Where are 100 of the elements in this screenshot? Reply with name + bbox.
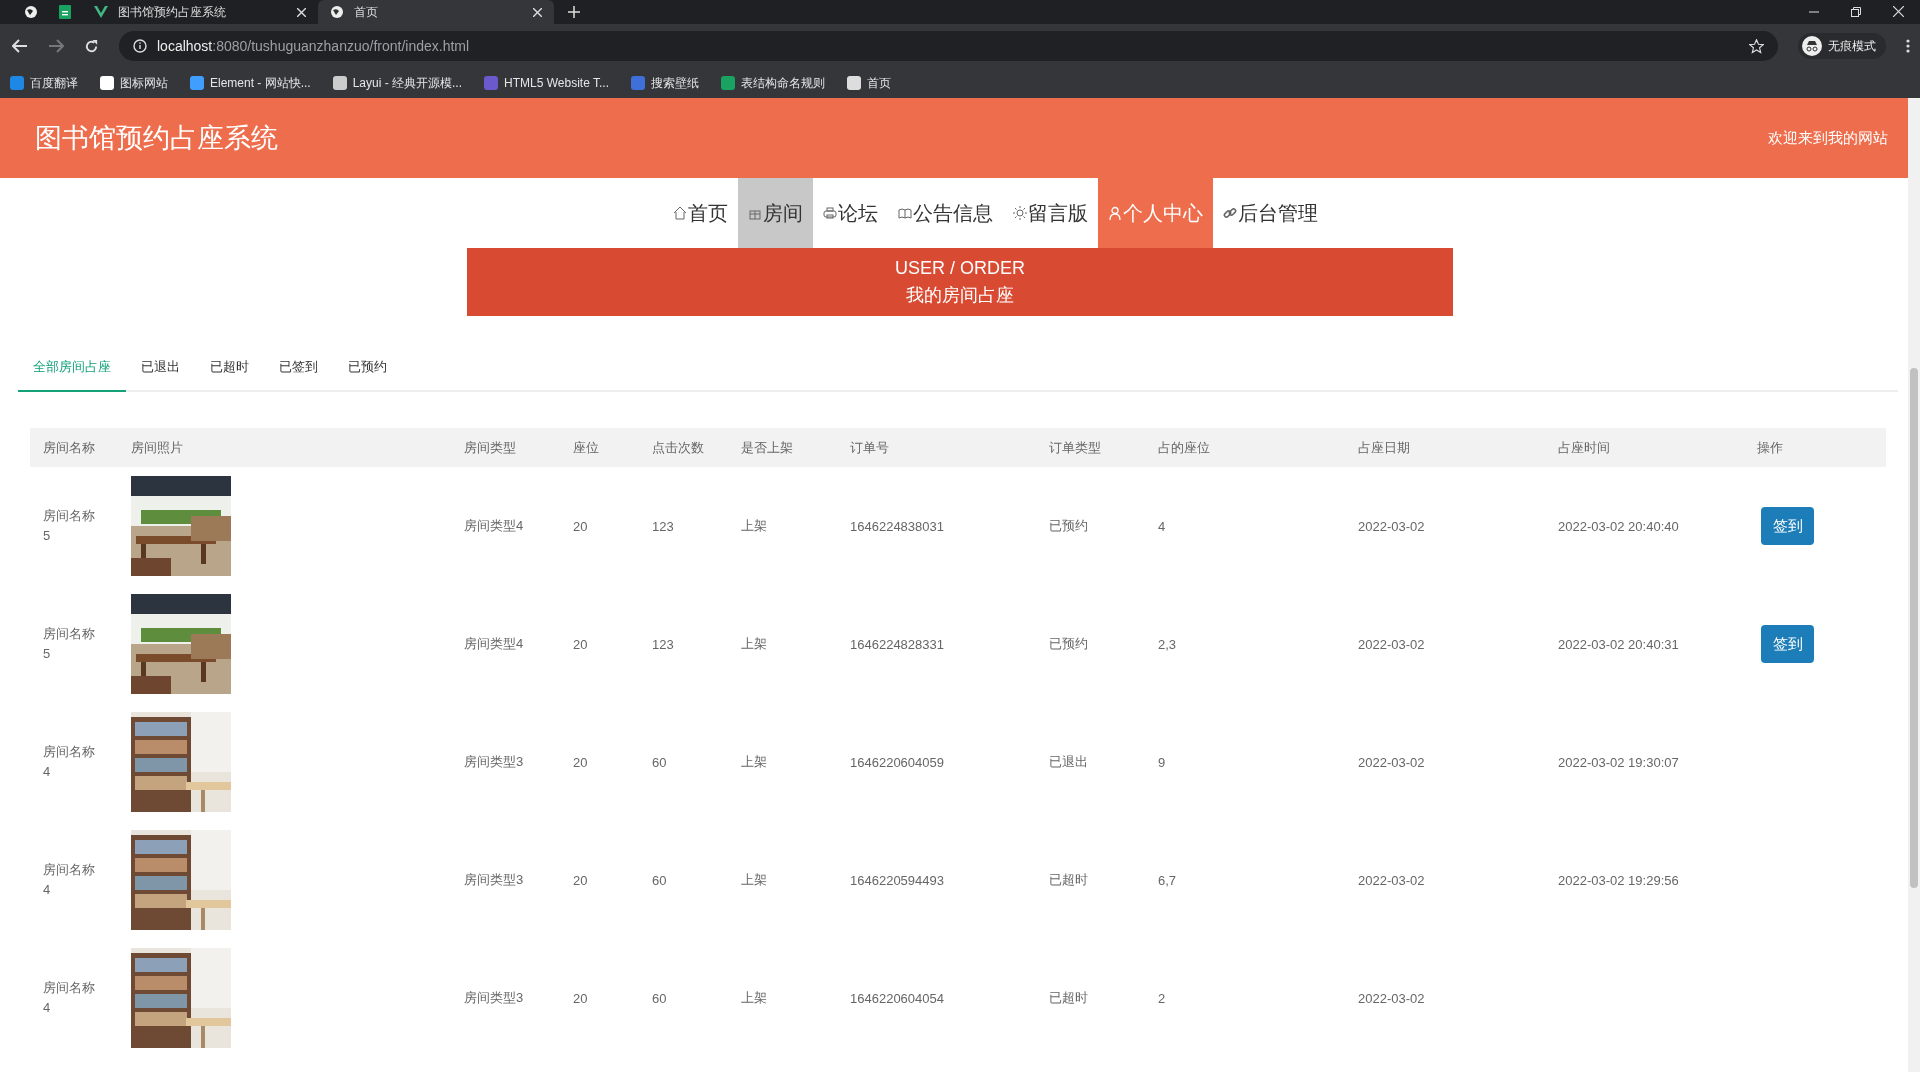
table-cell-text: 123 [652, 518, 675, 534]
column-header: 订单类型 [1049, 438, 1102, 457]
filter-tab[interactable]: 已退出 [126, 352, 195, 390]
close-icon[interactable] [297, 7, 306, 17]
column-header: 座位 [573, 438, 600, 457]
site-title: 图书馆预约占座系统 [35, 122, 278, 155]
table-cell-text: 2022-03-02 20:40:40 [1558, 518, 1680, 534]
check-in-button[interactable]: 签到 [1761, 625, 1814, 663]
table-cell-text: 60 [652, 754, 668, 770]
nav-item[interactable]: 首页 [662, 178, 738, 248]
table-cell-text: 房间名称5 [43, 625, 96, 663]
table-cell-text: 已超时 [1049, 871, 1089, 889]
table-cell-text: 20 [573, 872, 589, 888]
table-cell-text: 20 [573, 636, 589, 652]
table-cell-text: 上架 [741, 871, 768, 889]
banner-subtitle: 我的房间占座 [906, 283, 1014, 307]
close-icon[interactable] [1893, 6, 1904, 17]
column-header: 房间类型 [464, 438, 517, 457]
column-header: 占座时间 [1558, 438, 1611, 457]
forward-icon[interactable] [48, 39, 64, 53]
scrollbar-thumb[interactable] [1910, 368, 1918, 888]
incognito-button[interactable]: 无痕模式 [1798, 33, 1886, 59]
table-cell-text: 房间名称4 [43, 861, 96, 899]
table-cell-text: 2022-03-02 [1358, 872, 1426, 888]
table-cell-text: 已预约 [1049, 517, 1089, 535]
back-icon[interactable] [12, 39, 28, 53]
vue-logo-icon [94, 6, 108, 18]
bookmark[interactable]: 图标网站 [100, 74, 168, 92]
bookmark[interactable]: 首页 [847, 74, 891, 92]
table-cell-text: 1646224838031 [850, 518, 945, 534]
filter-tab[interactable]: 已签到 [264, 352, 333, 390]
table-cell-text: 上架 [741, 517, 768, 535]
table-cell-text: 2022-03-02 [1358, 636, 1426, 652]
table-cell-text: 6,7 [1158, 872, 1178, 888]
filter-tab[interactable]: 已超时 [195, 352, 264, 390]
table-cell-text: 2 [1158, 990, 1167, 1006]
column-header: 房间名称 [43, 438, 96, 457]
table-cell-text: 60 [652, 990, 668, 1006]
welcome-text: 欢迎来到我的网站 [1768, 128, 1888, 148]
book-icon [897, 206, 912, 220]
table-cell-text: 4 [1158, 518, 1167, 534]
table-cell-text: 123 [652, 636, 675, 652]
column-header: 操作 [1757, 438, 1784, 457]
browser-tab[interactable]: 首页 [318, 0, 554, 24]
nav-item[interactable]: 留言版 [1002, 178, 1098, 248]
table-cell-text: 2022-03-02 [1358, 518, 1426, 534]
incognito-icon [1802, 36, 1822, 56]
table-cell-text: 上架 [741, 989, 768, 1007]
bookmark[interactable]: 表结构命名规则 [721, 74, 825, 92]
table-cell-text: 房间类型3 [464, 989, 525, 1007]
table-cell-text: 房间类型3 [464, 753, 525, 771]
link-icon [1222, 206, 1237, 220]
table-cell-text: 1646220594493 [850, 872, 945, 888]
restore-icon[interactable] [1851, 7, 1861, 17]
table-cell-text: 房间名称4 [43, 743, 96, 781]
globe-icon [330, 5, 344, 19]
table-cell-text: 上架 [741, 753, 768, 771]
table-cell-text: 2022-03-02 19:29:56 [1558, 872, 1680, 888]
close-icon[interactable] [533, 7, 542, 17]
table-cell-text: 2022-03-02 20:40:31 [1558, 636, 1680, 652]
bookmark[interactable]: Element - 网站快... [190, 74, 311, 92]
nav-item[interactable]: 房间 [737, 178, 813, 248]
new-tab-icon[interactable] [568, 6, 580, 18]
column-header: 占座日期 [1358, 438, 1411, 457]
table-cell-text: 2,3 [1158, 636, 1178, 652]
star-icon[interactable] [1749, 38, 1764, 54]
bookmark[interactable]: 搜索壁纸 [631, 74, 699, 92]
more-icon[interactable] [1906, 39, 1910, 53]
home-icon [672, 206, 687, 220]
filter-tab[interactable]: 已预约 [333, 352, 402, 390]
table-cell-text: 2022-03-02 [1358, 754, 1426, 770]
table-cell-text: 2022-03-02 [1358, 990, 1426, 1006]
table-cell-text: 房间名称4 [43, 979, 96, 1017]
table-cell-text: 房间名称5 [43, 507, 96, 545]
table-cell-text: 2022-03-02 19:30:07 [1558, 754, 1680, 770]
table-cell-text: 房间类型4 [464, 517, 525, 535]
nav-item[interactable]: 论坛 [812, 178, 888, 248]
table-cell-text: 房间类型4 [464, 635, 525, 653]
column-header: 点击次数 [652, 438, 705, 457]
check-in-button[interactable]: 签到 [1761, 507, 1814, 545]
table-cell-text: 20 [573, 990, 589, 1006]
bookmark[interactable]: 百度翻译 [10, 74, 78, 92]
table-cell-text: 房间类型3 [464, 871, 525, 889]
address-field[interactable]: localhost:8080/tushuguanzhanzuo/front/index.html [119, 31, 1778, 61]
table-cell-text: 1646220604059 [850, 754, 945, 770]
table-cell-text: 20 [573, 518, 589, 534]
nav-item[interactable]: 公告信息 [887, 178, 1003, 248]
column-header: 房间照片 [131, 438, 184, 457]
banner-title: USER / ORDER [895, 257, 1025, 279]
bookmark[interactable]: HTML5 Website T... [484, 76, 609, 90]
printer-icon [822, 206, 837, 220]
nav-item[interactable]: 后台管理 [1212, 178, 1328, 248]
table-cell-text: 1646224828331 [850, 636, 945, 652]
reload-icon[interactable] [84, 38, 99, 54]
column-header: 是否上架 [741, 438, 794, 457]
table-cell-text: 20 [573, 754, 589, 770]
table-cell-text: 9 [1158, 754, 1167, 770]
table-cell-text: 1646220604054 [850, 990, 945, 1006]
bookmark[interactable]: Layui - 经典开源模... [332, 74, 463, 92]
column-header: 订单号 [850, 438, 890, 457]
